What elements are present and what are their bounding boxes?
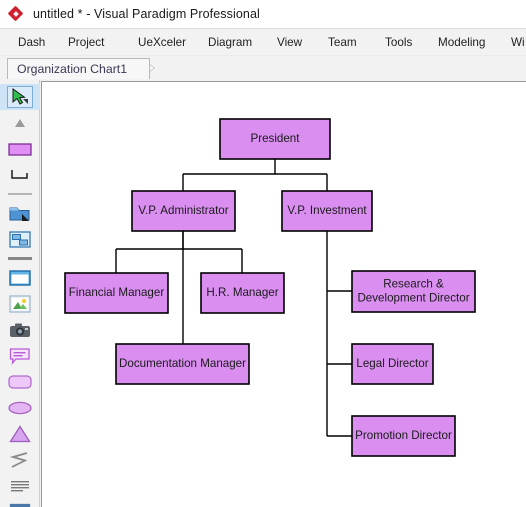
node-label: Financial Manager [69,286,165,299]
diagram-canvas[interactable]: President V.P. Administrator V.P. Investme… [41,81,526,507]
camera-icon [9,322,31,339]
elbow-connector-icon [9,167,31,183]
pointer-tool[interactable] [0,84,40,110]
ellipse-icon [8,401,32,415]
organization-chart-svg: President V.P. Administrator V.P. Investme… [64,118,476,457]
menu-item-dash[interactable]: Dash [18,31,45,54]
org-node-doc-mgr[interactable]: Documentation Manager [115,343,250,385]
menu-item-diagram[interactable]: Diagram [208,31,252,54]
connector-path[interactable] [182,159,328,191]
rounded-rectangle-icon [8,375,32,389]
org-node-legal-dir[interactable]: Legal Director [351,343,434,385]
node-label: Development Director [357,292,469,305]
diagram-overview-tool[interactable] [0,226,40,252]
org-node-president[interactable]: President [219,118,331,160]
text-lines-icon [9,479,31,493]
menu-bar: Dash Project UeXceler Diagram View Team Tools M… [0,29,526,56]
node-label: V.P. Investment [287,204,367,217]
zigzag-line-icon [9,451,31,469]
triangle-up-icon [13,117,27,129]
ellipse-tool[interactable] [0,395,40,421]
node-label: Research & [383,278,444,291]
tool-palette: i [0,80,40,507]
connector-path[interactable] [326,231,352,437]
menu-item-wi[interactable]: Wi [511,31,525,54]
red-diamond-icon [7,5,24,22]
menu-item-view[interactable]: View [277,31,302,54]
org-node-fin-mgr[interactable]: Financial Manager [64,272,169,314]
rounded-rect-tool[interactable] [0,369,40,395]
connector-tool[interactable] [0,162,40,188]
note-info-icon: i [9,503,31,507]
menu-item-uexceler[interactable]: UeXceler [138,31,186,54]
node-label: H.R. Manager [206,286,278,299]
callout-tool[interactable] [0,343,40,369]
org-node-rnd-dir[interactable]: Research &Development Director [351,270,476,313]
screenshot-tool[interactable] [0,317,40,343]
menu-item-project[interactable]: Project [68,31,104,54]
note-tool[interactable]: i [0,499,40,507]
diagram-overview-icon [9,230,31,249]
picture-icon [9,295,31,313]
connector-path[interactable] [115,231,243,273]
org-node-vp-admin[interactable]: V.P. Administrator [131,190,236,232]
node-label: Legal Director [356,357,428,370]
package-tool[interactable] [0,200,40,226]
tab-organization-chart1[interactable]: Organization Chart1 [7,58,151,79]
diagram-tab-strip: Organization Chart1 [0,56,526,80]
tab-label: Organization Chart1 [17,62,128,76]
window-title: untitled * - Visual Paradigm Professiona… [33,7,260,21]
pointer-icon [7,86,33,108]
application-window: untitled * - Visual Paradigm Professiona… [0,0,526,507]
org-node-hr-mgr[interactable]: H.R. Manager [200,272,285,314]
blue-window-icon [9,269,31,287]
image-shape-tool[interactable] [0,291,40,317]
org-node-vp-invest[interactable]: V.P. Investment [281,190,373,232]
shape-tool[interactable] [0,136,40,162]
menu-item-tools[interactable]: Tools [385,31,412,54]
magenta-rectangle-icon [8,142,32,156]
title-bar: untitled * - Visual Paradigm Professiona… [0,0,526,29]
sweeper-tool[interactable] [0,110,40,136]
node-label: Documentation Manager [119,357,246,370]
triangle-icon [9,425,31,443]
node-label: Promotion Director [355,429,452,442]
blue-folder-icon [9,204,31,223]
text-block-tool[interactable] [0,473,40,499]
menu-item-team[interactable]: Team [328,31,357,54]
node-label: President [251,132,301,145]
triangle-tool[interactable] [0,421,40,447]
zigzag-line-tool[interactable] [0,447,40,473]
node-group: President V.P. Administrator V.P. Investme… [64,118,476,457]
container-tool[interactable] [0,265,40,291]
org-node-promo-dir[interactable]: Promotion Director [351,415,456,457]
menu-item-modeling[interactable]: Modeling [438,31,485,54]
speech-balloon-icon [9,347,31,365]
separator-2 [7,257,32,260]
separator-1 [7,193,32,195]
node-label: V.P. Administrator [138,204,228,217]
